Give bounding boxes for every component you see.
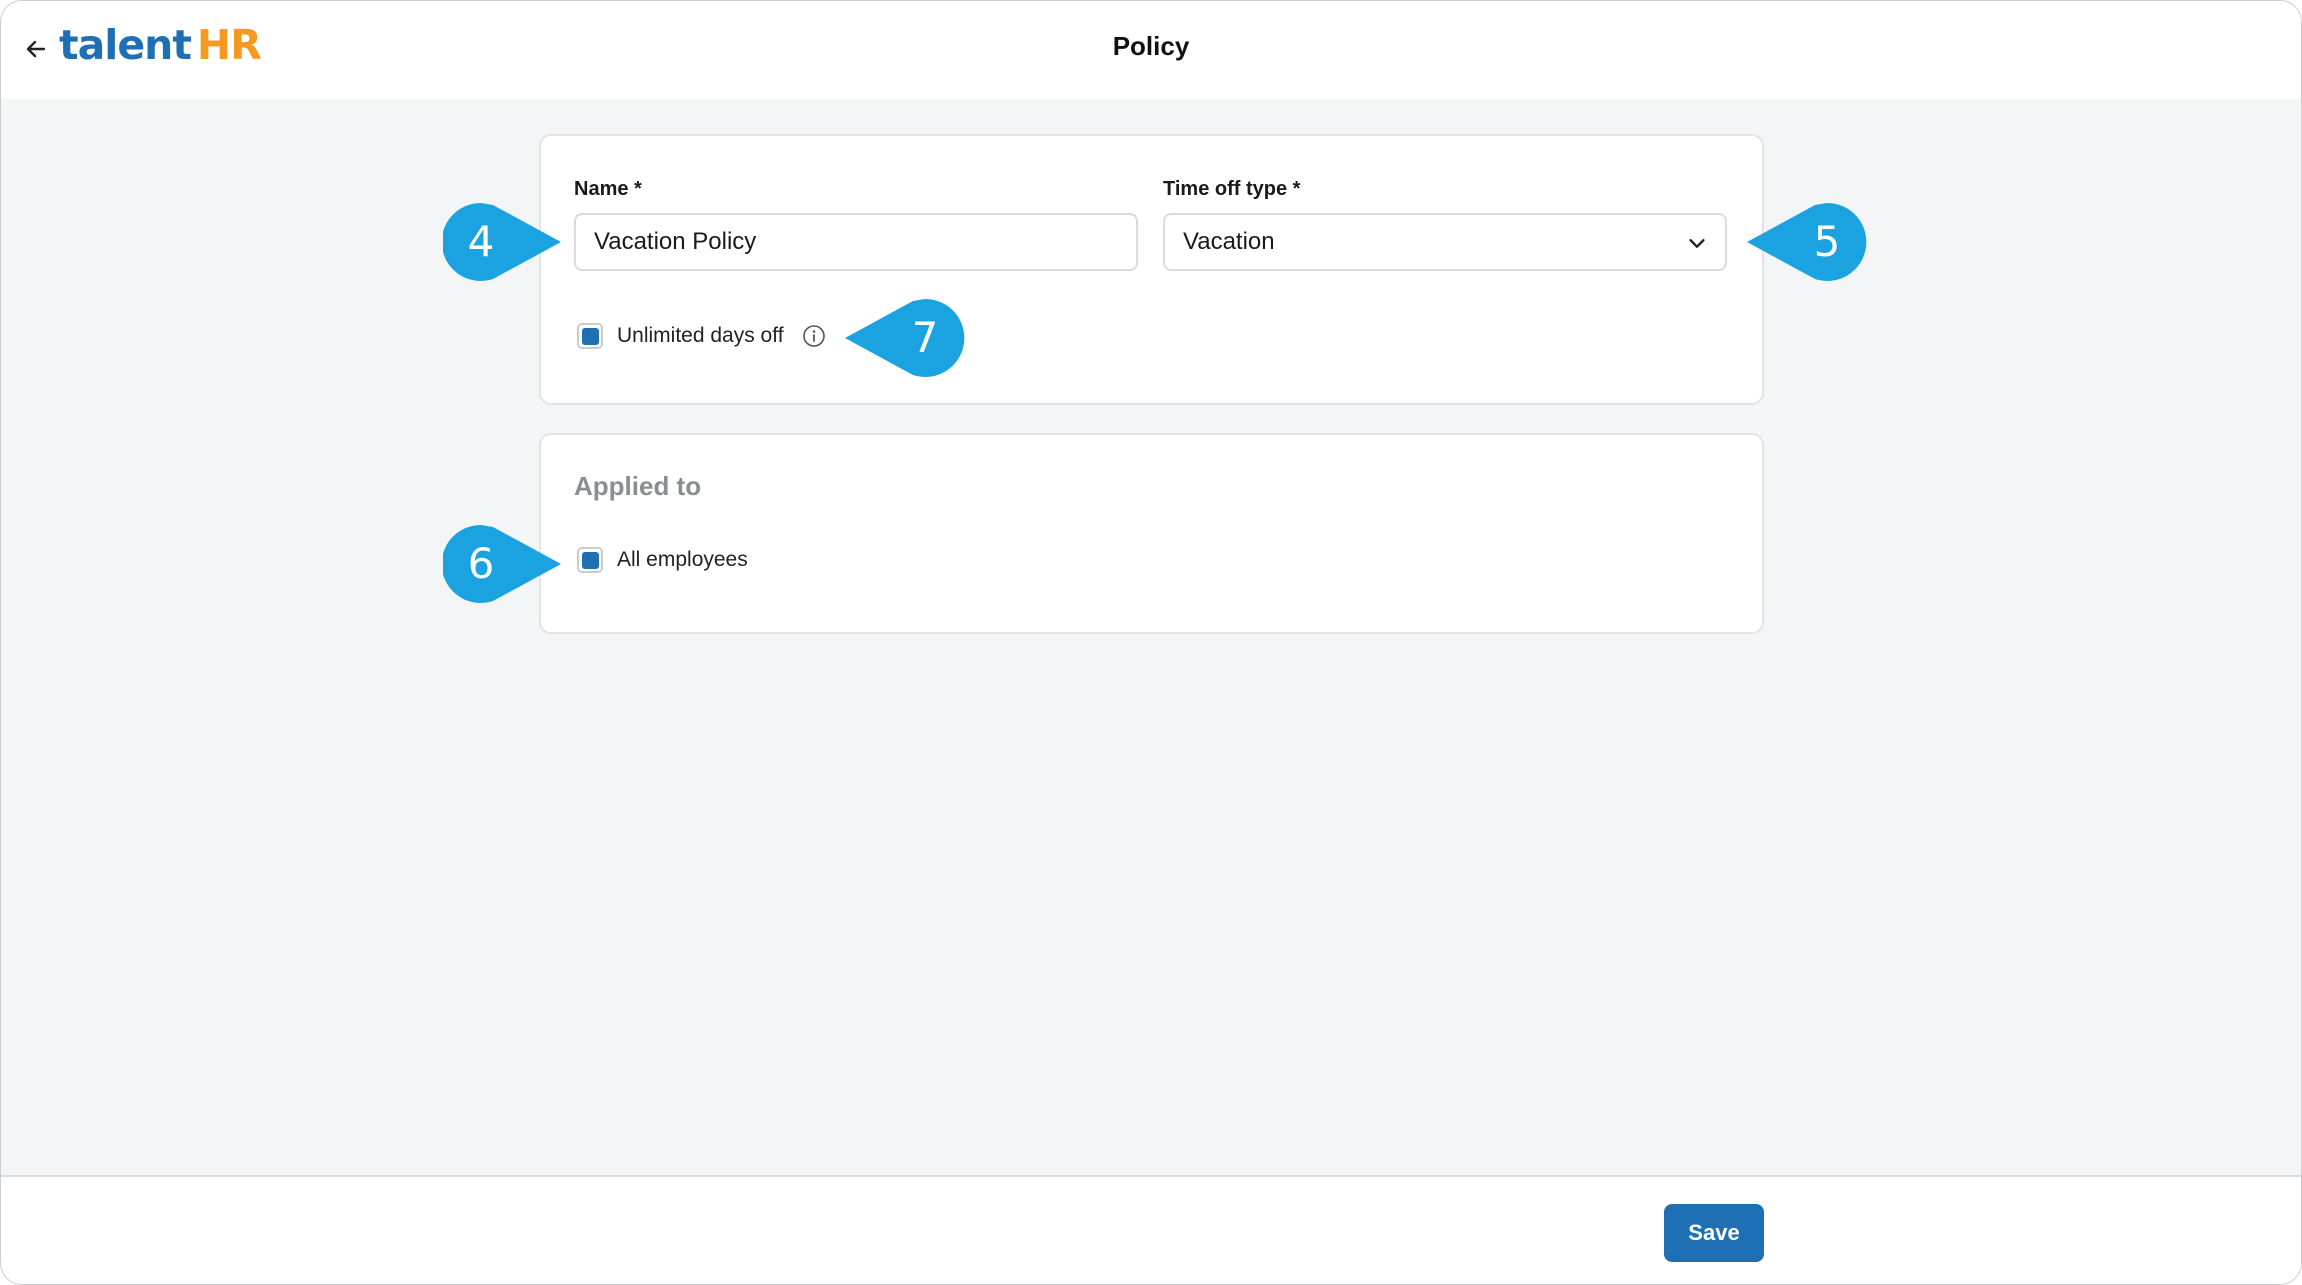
callout-4: 4	[441, 201, 563, 288]
policy-details-card: Name * Vacation Policy Time off type * V…	[539, 134, 1764, 405]
chevron-down-icon	[1683, 229, 1711, 257]
callout-5-number: 5	[1814, 217, 1841, 266]
callout-6-number: 6	[468, 539, 495, 588]
all-employees-label: All employees	[617, 548, 748, 571]
unlimited-days-off-row: Unlimited days off	[577, 323, 826, 349]
app-window: talent HR Policy Name * Vacation Policy T…	[0, 0, 2302, 1285]
unlimited-days-off-checkbox[interactable]	[577, 323, 603, 349]
info-icon[interactable]	[802, 324, 826, 348]
unlimited-days-off-label: Unlimited days off	[617, 324, 784, 347]
callout-4-number: 4	[468, 217, 495, 266]
time-off-type-label: Time off type *	[1163, 178, 1301, 200]
name-label: Name *	[574, 178, 642, 200]
footer-bar: Save	[1, 1175, 2301, 1284]
checkbox-checked-fill	[581, 327, 599, 345]
callout-6: 6	[441, 523, 563, 610]
callout-7-number: 7	[912, 313, 939, 362]
callout-7: 7	[843, 297, 965, 384]
top-header: talent HR Policy	[1, 1, 2301, 99]
page-title: Policy	[1112, 31, 1190, 61]
checkbox-checked-fill	[581, 551, 599, 569]
name-input-value: Vacation Policy	[594, 228, 757, 255]
time-off-type-select[interactable]: Vacation	[1163, 213, 1727, 271]
all-employees-row: All employees	[577, 547, 748, 573]
save-button[interactable]: Save	[1664, 1204, 1764, 1262]
time-off-type-value: Vacation	[1183, 228, 1275, 255]
name-input[interactable]: Vacation Policy	[574, 213, 1138, 271]
applied-to-card: Applied to All employees	[539, 433, 1764, 634]
applied-to-title: Applied to	[574, 471, 702, 501]
callout-5: 5	[1745, 201, 1867, 288]
all-employees-checkbox[interactable]	[577, 547, 603, 573]
